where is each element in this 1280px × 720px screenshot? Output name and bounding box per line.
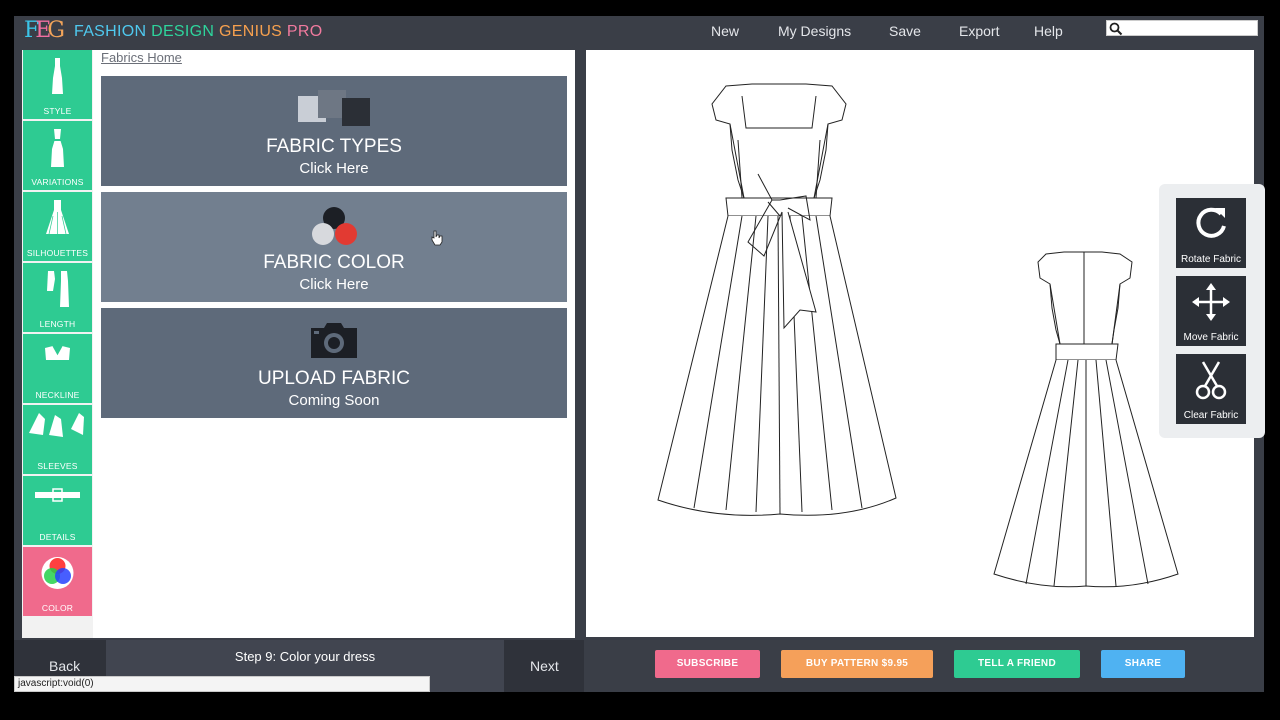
- sidebar-item-sleeves[interactable]: SLEEVES: [23, 405, 92, 474]
- sidebar-item-details[interactable]: DETAILS: [23, 476, 92, 545]
- length-icon: [47, 271, 69, 307]
- dress-variation-icon: [51, 129, 64, 167]
- buy-pattern-button[interactable]: BUY PATTERN $9.95: [781, 650, 933, 678]
- nav-help[interactable]: Help: [1034, 23, 1063, 39]
- search-icon[interactable]: [1109, 22, 1123, 36]
- hand-cursor-icon: [431, 230, 443, 246]
- rotate-icon: [1196, 207, 1226, 238]
- front-dress-sketch: [657, 83, 897, 516]
- fabric-color-card[interactable]: FABRIC COLOR Click Here: [101, 192, 567, 302]
- nav-export[interactable]: Export: [959, 23, 999, 39]
- color-dots-icon: [312, 207, 357, 245]
- design-canvas[interactable]: [586, 50, 1254, 637]
- dress-style-icon: [52, 58, 63, 94]
- move-fabric-button[interactable]: Move Fabric: [1176, 276, 1246, 346]
- nav-new[interactable]: New: [711, 23, 739, 39]
- nav-save[interactable]: Save: [889, 23, 921, 39]
- share-button[interactable]: SHARE: [1101, 650, 1185, 678]
- nav-my-designs[interactable]: My Designs: [778, 23, 851, 39]
- upload-fabric-card[interactable]: UPLOAD FABRIC Coming Soon: [101, 308, 567, 418]
- scissors-icon: [1195, 361, 1227, 400]
- tell-a-friend-button[interactable]: TELL A FRIEND: [954, 650, 1080, 678]
- sidebar: STYLE VARIATIONS SILHOUETTES LENGTH NECK…: [22, 50, 93, 638]
- belt-icon: [35, 488, 80, 502]
- color-wheel-icon: [41, 557, 74, 589]
- header-bar: FEG FASHION DESIGN GENIUS PRO New My Des…: [14, 16, 1264, 48]
- neckline-icon: [45, 345, 70, 360]
- fabric-swatch-icon: [298, 90, 370, 126]
- rotate-fabric-button[interactable]: Rotate Fabric: [1176, 198, 1246, 268]
- search-box: [1106, 20, 1258, 36]
- brand-title: FASHION DESIGN GENIUS PRO: [74, 23, 323, 40]
- sidebar-item-color[interactable]: COLOR: [23, 547, 92, 616]
- browser-status-bar: javascript:void(0): [14, 676, 430, 692]
- app-window: FEG FASHION DESIGN GENIUS PRO New My Des…: [14, 16, 1265, 692]
- sidebar-item-length[interactable]: LENGTH: [23, 263, 92, 332]
- sleeves-icon: [29, 413, 84, 437]
- fabric-types-card[interactable]: FABRIC TYPES Click Here: [101, 76, 567, 186]
- silhouette-icon: [46, 200, 69, 235]
- action-bar: SUBSCRIBE BUY PATTERN $9.95 TELL A FRIEN…: [586, 640, 1254, 692]
- next-button[interactable]: Next: [504, 640, 584, 692]
- sidebar-item-silhouettes[interactable]: SILHOUETTES: [23, 192, 92, 261]
- camera-icon: [311, 323, 357, 358]
- left-panel: STYLE VARIATIONS SILHOUETTES LENGTH NECK…: [22, 50, 575, 638]
- logo-icon: FEG: [24, 18, 65, 43]
- sidebar-item-style[interactable]: STYLE: [23, 50, 92, 119]
- breadcrumb-fabrics-home[interactable]: Fabrics Home: [101, 50, 182, 65]
- subscribe-button[interactable]: SUBSCRIBE: [655, 650, 760, 678]
- move-icon: [1192, 283, 1230, 321]
- back-dress-sketch: [993, 251, 1179, 588]
- clear-fabric-button[interactable]: Clear Fabric: [1176, 354, 1246, 424]
- fabric-tool-panel: Rotate Fabric Move Fabric Clear Fabric: [1159, 184, 1265, 438]
- search-input[interactable]: [1125, 21, 1255, 35]
- sidebar-item-neckline[interactable]: NECKLINE: [23, 334, 92, 403]
- sidebar-item-variations[interactable]: VARIATIONS: [23, 121, 92, 190]
